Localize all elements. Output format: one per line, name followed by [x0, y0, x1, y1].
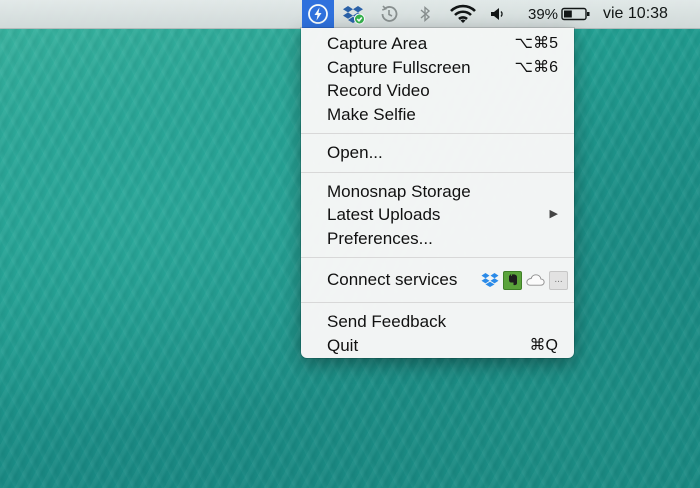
menu-separator [301, 171, 574, 173]
desktop-wallpaper: 39% vie 10:38 Capture Area ⌥⌘5 Capture F… [0, 0, 700, 488]
monosnap-bolt-icon [308, 4, 328, 24]
menu-item-label: Send Feedback [327, 312, 447, 331]
menu-item-capture-area[interactable]: Capture Area ⌥⌘5 [301, 32, 574, 56]
menu-item-monosnap-storage[interactable]: Monosnap Storage [301, 180, 574, 204]
volume-icon [491, 8, 503, 20]
menu-item-label: Connect services [327, 270, 458, 289]
menu-item-label: Open... [327, 143, 383, 162]
menu-item-label: Quit [327, 335, 359, 355]
menu-item-quit[interactable]: Quit ⌘Q [301, 334, 574, 358]
battery-icon [561, 7, 590, 21]
dropbox-synced-icon [343, 6, 365, 25]
wifi-menu-extra[interactable] [448, 0, 478, 28]
menu-item-label: Capture Fullscreen [327, 57, 471, 77]
menu-bar: 39% vie 10:38 [0, 0, 700, 29]
menu-item-shortcut: ⌥⌘5 [514, 35, 558, 52]
menu-item-preferences[interactable]: Preferences... [301, 227, 574, 251]
menu-item-make-selfie[interactable]: Make Selfie [301, 103, 574, 127]
menu-item-latest-uploads[interactable]: Latest Uploads ▶ [301, 203, 574, 227]
menu-separator [301, 133, 574, 134]
menu-item-capture-fullscreen[interactable]: Capture Fullscreen ⌥⌘6 [301, 56, 574, 80]
volume-menu-extra[interactable] [487, 0, 507, 28]
dropbox-menu-extra[interactable] [341, 0, 367, 28]
menu-item-connect-services[interactable]: Connect services ... [301, 265, 574, 295]
menu-item-send-feedback[interactable]: Send Feedback [301, 310, 574, 334]
menu-separator [301, 257, 574, 258]
monosnap-dropdown-menu: Capture Area ⌥⌘5 Capture Fullscreen ⌥⌘6 … [301, 28, 574, 358]
bluetooth-menu-extra[interactable] [416, 0, 434, 28]
bluetooth-icon [420, 5, 431, 23]
more-services-icon[interactable]: ... [549, 270, 568, 290]
menu-item-shortcut: ⌘Q [529, 336, 558, 354]
menu-item-shortcut: ⌥⌘6 [514, 58, 558, 76]
menu-item-open[interactable]: Open... [301, 141, 574, 165]
time-machine-menu-extra[interactable] [376, 0, 402, 28]
evernote-icon[interactable] [503, 270, 522, 290]
menu-separator [301, 302, 574, 303]
menu-item-label: Capture Area [327, 34, 428, 53]
submenu-arrow-icon: ▶ [549, 208, 558, 220]
menu-item-label: Make Selfie [327, 104, 416, 124]
battery-menu-extra[interactable] [560, 0, 592, 28]
dropbox-icon[interactable] [480, 271, 499, 290]
monosnap-menu-extra[interactable] [302, 0, 334, 28]
menu-item-label: Monosnap Storage [327, 181, 471, 201]
time-machine-icon [381, 5, 398, 22]
battery-percentage[interactable]: 39% [526, 0, 560, 28]
menu-item-label: Preferences... [327, 228, 433, 248]
menu-item-label: Latest Uploads [327, 205, 441, 224]
menu-item-label: Record Video [327, 81, 430, 100]
wifi-icon [450, 4, 476, 23]
service-icons: ... [480, 270, 568, 290]
battery-level-fill [564, 10, 572, 18]
menu-item-record-video[interactable]: Record Video [301, 79, 574, 103]
cloud-icon[interactable] [526, 271, 545, 290]
menubar-clock[interactable]: vie 10:38 [603, 0, 691, 28]
